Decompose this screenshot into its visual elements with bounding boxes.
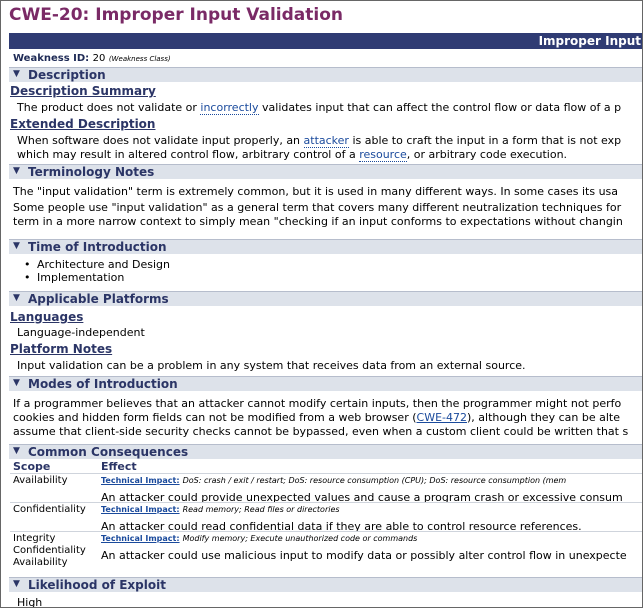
glossary-link-attacker[interactable]: attacker (303, 134, 349, 148)
section-applicable-platforms[interactable]: ▼ Applicable Platforms (9, 291, 642, 306)
terminology-text: The "input validation" term is extremely… (13, 185, 619, 198)
terminology-text: Some people use "input validation" as a … (13, 201, 622, 214)
modes-text: assume that client-side security checks … (13, 425, 629, 438)
column-header-scope: Scope (13, 460, 51, 473)
section-description[interactable]: ▼ Description (9, 67, 642, 82)
collapse-arrow-icon[interactable]: ▼ (13, 69, 20, 79)
extended-description-line: which may result in altered control flow… (17, 148, 568, 162)
scope-cell: Availability (13, 557, 68, 568)
banner-text: Improper Input (538, 34, 641, 48)
effect-description: An attacker could use malicious input to… (101, 549, 627, 562)
section-modes-of-introduction[interactable]: ▼ Modes of Introduction (9, 376, 642, 391)
technical-impact-link[interactable]: Technical Impact: (101, 534, 180, 543)
weakness-id: Weakness ID: 20 (Weakness Class) (13, 53, 171, 64)
section-title: Common Consequences (28, 445, 189, 459)
technical-impact-link[interactable]: Technical Impact: (101, 476, 180, 485)
glossary-link-resource[interactable]: resource (359, 148, 407, 162)
modes-text: If a programmer believes that an attacke… (13, 397, 622, 410)
list-item: Implementation (24, 271, 124, 284)
cwe-page: CWE-20: Improper Input Validation Improp… (0, 0, 643, 608)
collapse-arrow-icon[interactable]: ▼ (13, 378, 20, 388)
weakness-class: (Weakness Class) (108, 55, 171, 63)
scope-cell: Availability (13, 475, 68, 486)
collapse-arrow-icon[interactable]: ▼ (13, 579, 20, 589)
divider (10, 473, 642, 474)
collapse-arrow-icon[interactable]: ▼ (13, 241, 20, 251)
likelihood-value: High (17, 596, 43, 608)
section-time-of-introduction[interactable]: ▼ Time of Introduction (9, 239, 642, 254)
platform-notes-heading: Platform Notes (10, 342, 113, 356)
section-likelihood-of-exploit[interactable]: ▼ Likelihood of Exploit (9, 577, 642, 592)
scope-cell: Confidentiality (13, 545, 86, 556)
technical-impact: Technical Impact: Modify memory; Execute … (101, 534, 418, 543)
section-common-consequences[interactable]: ▼ Common Consequences (9, 444, 642, 459)
section-terminology[interactable]: ▼ Terminology Notes (9, 164, 642, 179)
extended-description-line: When software does not validate input pr… (17, 134, 622, 148)
section-title: Time of Introduction (28, 240, 167, 254)
section-title: Modes of Introduction (28, 377, 178, 391)
collapse-arrow-icon[interactable]: ▼ (13, 446, 20, 456)
weakness-id-value: 20 (92, 53, 106, 64)
section-title: Description (28, 68, 106, 82)
modes-text: cookies and hidden form fields can not b… (13, 411, 620, 424)
column-header-effect: Effect (101, 460, 137, 473)
technical-impact: Technical Impact: DoS: crash / exit / res… (101, 476, 567, 485)
section-title: Terminology Notes (28, 165, 155, 179)
scope-cell: Integrity (13, 533, 56, 544)
platform-notes: Input validation can be a problem in any… (17, 359, 526, 372)
terminology-text: term in a more narrow context to simply … (13, 215, 623, 228)
cwe-472-link[interactable]: CWE-472 (417, 411, 467, 424)
divider (10, 502, 642, 503)
divider (10, 531, 642, 532)
languages-heading: Languages (10, 310, 84, 324)
scope-cell: Confidentiality (13, 504, 86, 515)
page-title: CWE-20: Improper Input Validation (9, 5, 344, 25)
section-title: Likelihood of Exploit (28, 578, 166, 592)
extended-description-heading: Extended Description (10, 117, 156, 131)
weakness-id-label: Weakness ID: (13, 53, 90, 64)
glossary-link-incorrectly[interactable]: incorrectly (200, 101, 259, 115)
technical-impact: Technical Impact: Read memory; Read files… (101, 505, 340, 514)
collapse-arrow-icon[interactable]: ▼ (13, 166, 20, 176)
technical-impact-link[interactable]: Technical Impact: (101, 505, 180, 514)
collapse-arrow-icon[interactable]: ▼ (13, 293, 20, 303)
title-banner: Improper Input (9, 33, 642, 49)
description-summary-heading: Description Summary (10, 84, 156, 98)
language-value: Language-independent (17, 326, 145, 339)
description-summary: The product does not validate or incorre… (17, 101, 622, 115)
section-title: Applicable Platforms (28, 292, 169, 306)
list-item: Architecture and Design (24, 258, 170, 271)
